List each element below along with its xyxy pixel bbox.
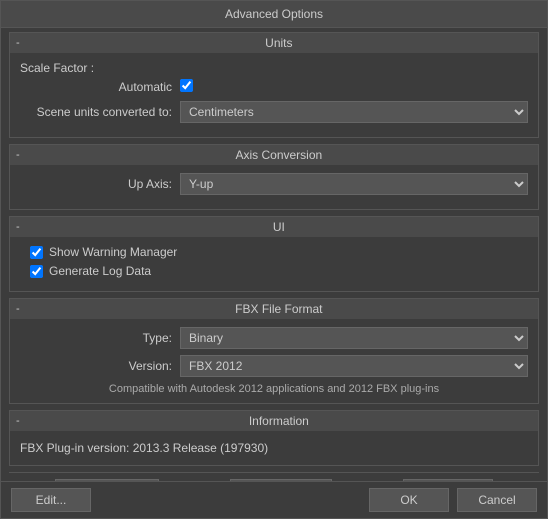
compat-text: Compatible with Autodesk 2012 applicatio… [20,383,528,395]
generate-log-label: Generate Log Data [49,264,151,278]
fbx-format-section: - FBX File Format Type: Binary ASCII Ver… [9,298,539,404]
fbx-format-header: - FBX File Format [10,299,538,319]
cancel-button[interactable]: Cancel [457,488,537,512]
ui-section: - UI Show Warning Manager Generate Log D… [9,216,539,292]
up-axis-row: Up Axis: Y-up Z-up [20,173,528,195]
ui-collapse[interactable]: - [16,221,20,233]
units-section: - Units Scale Factor : Automatic Scene u… [9,32,539,138]
advanced-options-dialog: Advanced Options - Units Scale Factor : … [0,0,548,519]
information-header: - Information [10,411,538,431]
show-warning-row: Show Warning Manager [20,245,528,259]
up-axis-select[interactable]: Y-up Z-up [180,173,528,195]
axis-header: - Axis Conversion [10,145,538,165]
fbx-format-body: Type: Binary ASCII Version: FBX 2012 FBX… [10,319,538,403]
type-row: Type: Binary ASCII [20,327,528,349]
plugin-version-text: FBX Plug-in version: 2013.3 Release (197… [20,439,528,457]
ok-button[interactable]: OK [369,488,449,512]
type-label: Type: [20,331,180,345]
scale-factor-label: Scale Factor : [20,61,94,75]
scale-factor-row: Scale Factor : [20,61,528,75]
ui-title: UI [26,220,532,234]
type-control: Binary ASCII [180,327,528,349]
automatic-checkbox[interactable] [180,79,193,92]
version-row: Version: FBX 2012 FBX 2011 FBX 2010 FBX … [20,355,528,377]
axis-section: - Axis Conversion Up Axis: Y-up Z-up [9,144,539,210]
information-body: FBX Plug-in version: 2013.3 Release (197… [10,431,538,465]
units-header: - Units [10,33,538,53]
scene-units-row: Scene units converted to: Centimeters Me… [20,101,528,123]
axis-title: Axis Conversion [26,148,532,162]
content-area: - Units Scale Factor : Automatic Scene u… [1,28,547,481]
scene-units-label: Scene units converted to: [20,105,180,119]
edit-button[interactable]: Edit... [11,488,91,512]
automatic-row: Automatic [20,79,528,95]
axis-collapse[interactable]: - [16,149,20,161]
information-section: - Information FBX Plug-in version: 2013.… [9,410,539,466]
units-title: Units [26,36,532,50]
units-collapse[interactable]: - [16,37,20,49]
up-axis-label: Up Axis: [20,177,180,191]
type-select[interactable]: Binary ASCII [180,327,528,349]
ui-header: - UI [10,217,538,237]
information-title: Information [26,414,532,428]
bottom-buttons: Web updates Help on FBX About [9,472,539,481]
show-warning-checkbox[interactable] [30,246,43,259]
dialog-title: Advanced Options [1,1,547,28]
version-label: Version: [20,359,180,373]
footer-right: OK Cancel [369,488,537,512]
information-collapse[interactable]: - [16,415,20,427]
scene-units-select[interactable]: Centimeters Meters Millimeters Feet Inch… [180,101,528,123]
scene-units-control: Centimeters Meters Millimeters Feet Inch… [180,101,528,123]
units-body: Scale Factor : Automatic Scene units con… [10,53,538,137]
generate-log-checkbox[interactable] [30,265,43,278]
dialog-footer: Edit... OK Cancel [1,481,547,518]
ui-body: Show Warning Manager Generate Log Data [10,237,538,291]
up-axis-control: Y-up Z-up [180,173,528,195]
axis-body: Up Axis: Y-up Z-up [10,165,538,209]
show-warning-label: Show Warning Manager [49,245,177,259]
automatic-label: Automatic [20,80,180,94]
fbx-format-title: FBX File Format [26,302,532,316]
version-control: FBX 2012 FBX 2011 FBX 2010 FBX 2009 [180,355,528,377]
version-select[interactable]: FBX 2012 FBX 2011 FBX 2010 FBX 2009 [180,355,528,377]
automatic-control [180,79,528,95]
footer-left: Edit... [11,488,91,512]
generate-log-row: Generate Log Data [20,264,528,278]
fbx-format-collapse[interactable]: - [16,303,20,315]
